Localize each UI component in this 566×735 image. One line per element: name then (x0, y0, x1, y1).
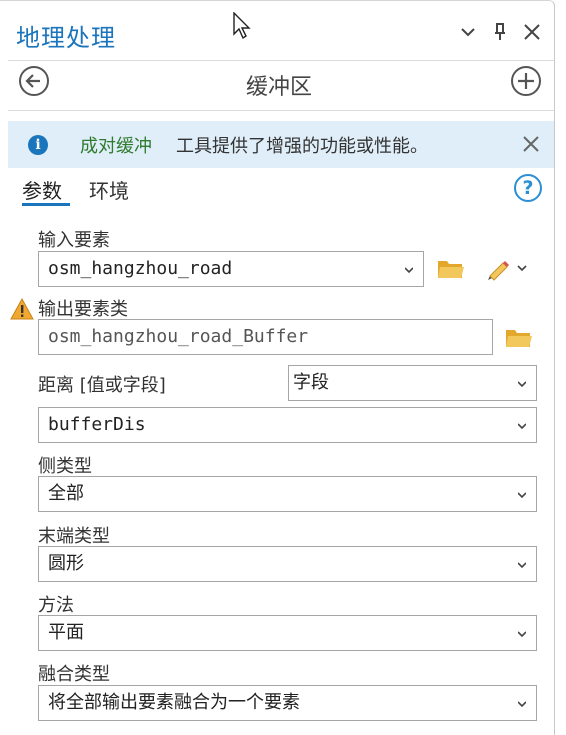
divider (8, 60, 554, 61)
method-dropdown[interactable]: 平面 (38, 615, 537, 651)
close-info-icon[interactable] (520, 133, 542, 155)
output-features-label: 输出要素类 (38, 299, 128, 320)
method-label: 方法 (38, 595, 74, 616)
distance-field-dropdown[interactable]: bufferDis (38, 407, 537, 443)
mouse-cursor-icon (233, 12, 251, 40)
divider (8, 110, 554, 111)
tab-environments[interactable]: 环境 (89, 175, 129, 204)
end-type-value: 圆形 (48, 553, 84, 574)
help-icon[interactable]: ? (514, 174, 542, 202)
info-icon: i (28, 135, 48, 155)
dissolve-type-dropdown[interactable]: 将全部输出要素融合为一个要素 (38, 685, 537, 721)
output-features-value: osm_hangzhou_road_Buffer (48, 326, 309, 347)
tab-parameters[interactable]: 参数 (22, 175, 62, 204)
method-value: 平面 (48, 622, 84, 643)
side-type-value: 全部 (48, 483, 84, 504)
distance-mode-dropdown[interactable]: 字段 (288, 365, 537, 401)
chevron-down-icon (518, 492, 526, 499)
distance-mode-value: 字段 (293, 372, 329, 393)
side-type-label: 侧类型 (38, 456, 92, 477)
chevron-down-icon (518, 631, 526, 638)
chevron-down-icon (405, 267, 413, 274)
pencil-icon[interactable] (484, 254, 512, 282)
dissolve-type-value: 将全部输出要素融合为一个要素 (48, 692, 300, 713)
chevron-down-icon (518, 381, 526, 388)
pane-options-chevron-icon[interactable] (456, 20, 480, 44)
add-icon (518, 73, 534, 89)
add-button[interactable] (511, 66, 541, 96)
side-type-dropdown[interactable]: 全部 (38, 476, 537, 512)
info-message: 工具提供了增强的功能或性能。 (176, 136, 428, 157)
pin-icon[interactable] (488, 20, 512, 44)
dissolve-type-label: 融合类型 (38, 664, 110, 685)
warning-icon (10, 298, 34, 320)
distance-field-value: bufferDis (48, 414, 146, 435)
folder-icon[interactable] (505, 326, 533, 350)
chevron-down-icon (518, 423, 526, 430)
chevron-down-icon (518, 701, 526, 708)
input-features-label: 输入要素 (38, 230, 110, 251)
pairwise-buffer-link[interactable]: 成对缓冲 (80, 132, 152, 158)
pane-title: 地理处理 (16, 24, 116, 52)
input-features-dropdown[interactable]: osm_hangzhou_road (38, 251, 424, 287)
active-tab-indicator (22, 203, 70, 206)
pencil-options-chevron-icon[interactable] (517, 264, 527, 272)
end-type-label: 末端类型 (38, 526, 110, 547)
tool-title: 缓冲区 (245, 75, 312, 100)
distance-label: 距离 [值或字段] (38, 375, 166, 396)
close-pane-icon[interactable] (520, 20, 544, 44)
output-features-input[interactable]: osm_hangzhou_road_Buffer (38, 319, 493, 355)
end-type-dropdown[interactable]: 圆形 (38, 546, 537, 582)
chevron-down-icon (518, 562, 526, 569)
folder-icon[interactable] (437, 257, 465, 281)
input-features-value: osm_hangzhou_road (48, 258, 233, 279)
